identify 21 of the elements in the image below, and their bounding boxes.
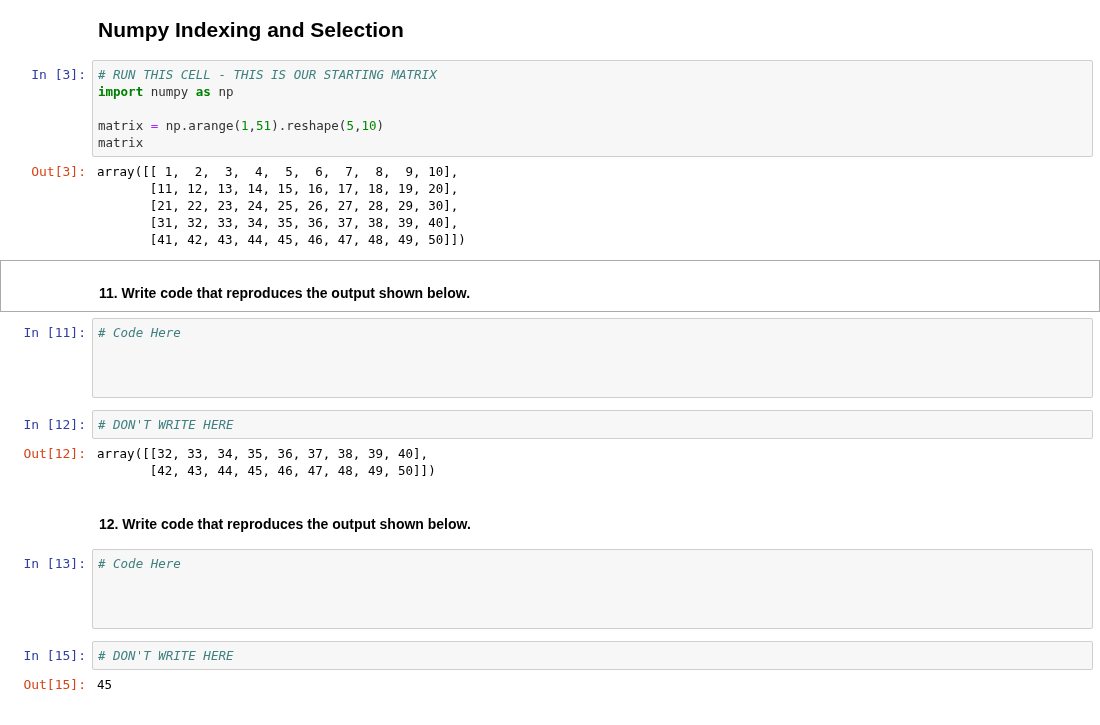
output-prompt: Out[3]:: [30, 163, 87, 180]
exercise-instruction: 12. Write code that reproduces the output shown below.: [99, 516, 472, 532]
code-input[interactable]: # RUN THIS CELL - THIS IS OUR STARTING MATRIX import numpy as np matrix = np.arange(1,51).reshape(5,10) matrix: [92, 60, 1093, 157]
cell-output: array([[ 1, 2, 3, 4, 5, 6, 7, 8, 9, 10], [11, 12, 13, 14, 15, 16, 17, 18, 19, 20], [21, 22, 23, 24, 25, 26, 27, 28, 29, 30], [31, 32, 33, 34, 35, 36, 37, 38, 39, 40], [41, 42, 43, 44, 45, 46, 47, 48, 49, 50]]): [96, 163, 467, 248]
cell-output: array([[32, 33, 34, 35, 36, 37, 38, 39, 40], [42, 43, 44, 45, 46, 47, 48, 49, 50]]): [96, 445, 437, 479]
input-prompt: In [13]:: [23, 556, 86, 571]
exercise-instruction: 11. Write code that reproduces the output shown below.: [99, 285, 472, 301]
code-input[interactable]: # DON'T WRITE HERE: [92, 410, 1093, 439]
output-prompt: Out[15]:: [22, 676, 87, 693]
input-prompt: In [11]:: [23, 325, 86, 340]
code-input[interactable]: # Code Here: [92, 318, 1093, 398]
notebook-heading: Numpy Indexing and Selection: [98, 18, 405, 42]
input-prompt: In [12]:: [23, 417, 86, 432]
input-prompt: In [15]:: [23, 648, 86, 663]
cell-output: 45: [96, 676, 114, 693]
input-prompt: In [3]:: [31, 67, 86, 82]
output-prompt: Out[12]:: [22, 445, 87, 462]
code-input[interactable]: # DON'T WRITE HERE: [92, 641, 1093, 670]
markdown-cell[interactable]: 12. Write code that reproduces the output shown below.: [0, 491, 1093, 543]
markdown-cell[interactable]: 11. Write code that reproduces the output shown below.: [0, 260, 1100, 312]
code-input[interactable]: # Code Here: [92, 549, 1093, 629]
